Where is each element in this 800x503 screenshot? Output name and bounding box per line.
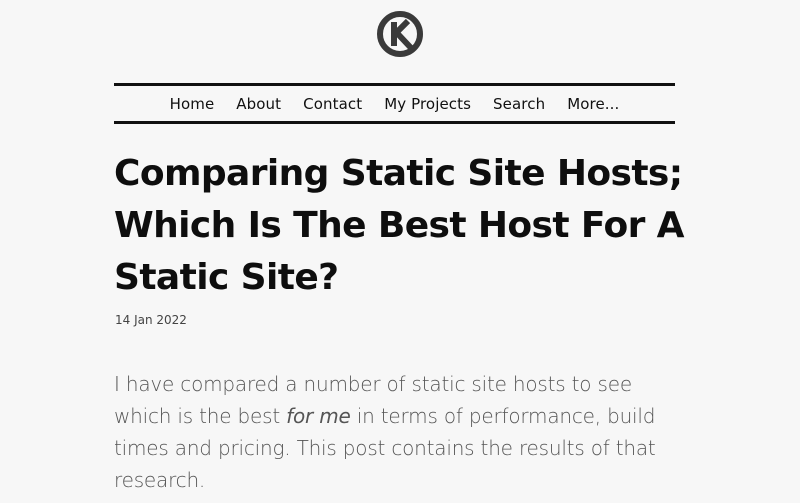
nav-more[interactable]: More... <box>567 95 619 113</box>
nav-my-projects[interactable]: My Projects <box>384 95 471 113</box>
logo-container <box>0 9 800 59</box>
nav-contact[interactable]: Contact <box>303 95 362 113</box>
article-intro: I have compared a number of static site … <box>114 368 694 496</box>
nav-home[interactable]: Home <box>170 95 215 113</box>
article-title: Comparing Static Site Hosts; Which Is Th… <box>114 153 685 298</box>
nav-search[interactable]: Search <box>493 95 545 113</box>
k-circle-logo-icon[interactable] <box>375 9 425 59</box>
intro-emphasis: for me <box>286 404 351 428</box>
nav-about[interactable]: About <box>236 95 281 113</box>
main-navigation: Home About Contact My Projects Search Mo… <box>114 83 675 124</box>
article-date: 14 Jan 2022 <box>115 313 187 327</box>
